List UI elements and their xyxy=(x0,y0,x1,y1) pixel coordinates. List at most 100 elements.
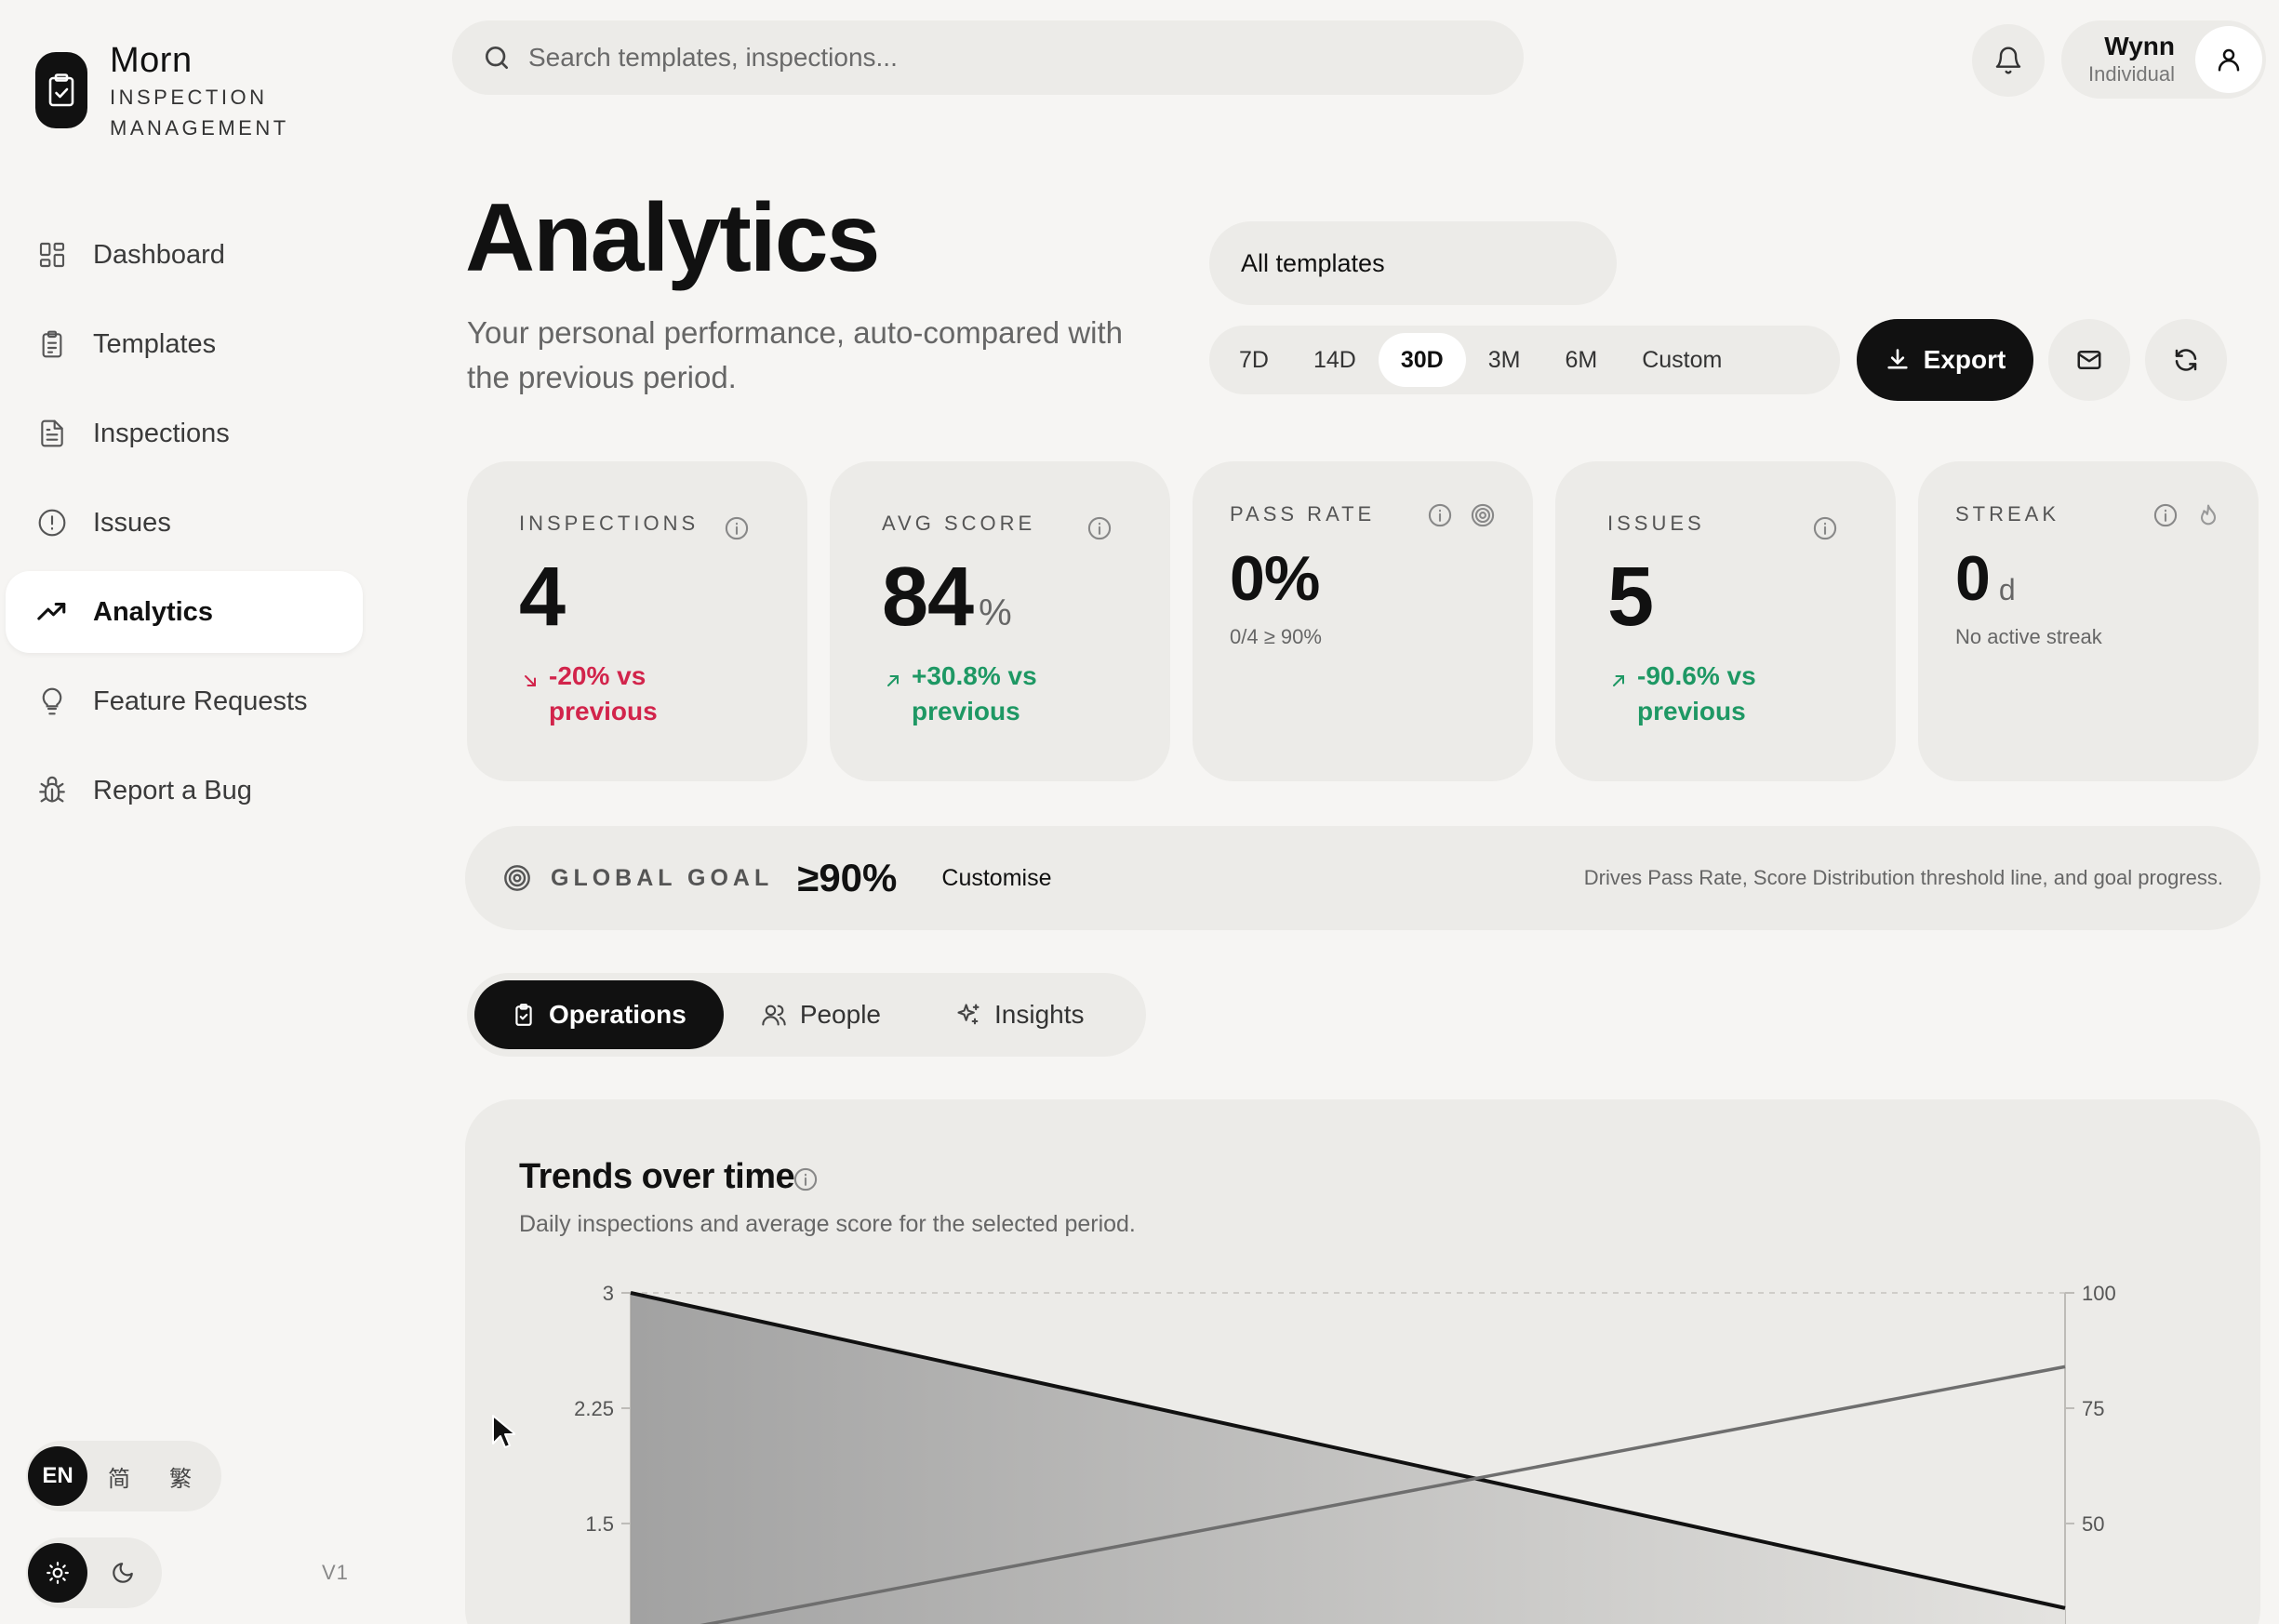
sidebar-nav: Dashboard Templates Inspections Issues A… xyxy=(6,214,363,839)
sidebar-item-label: Dashboard xyxy=(93,239,225,270)
inspections-area xyxy=(631,1293,2065,1624)
kpi-card-avg-score: AVG SCORE 84% +30.8% vs previous xyxy=(830,461,1170,781)
sidebar-item-label: Inspections xyxy=(93,418,230,448)
right-axis-tick-label: 75 xyxy=(2082,1397,2104,1420)
sidebar-item-analytics[interactable]: Analytics xyxy=(6,571,363,653)
kpi-value: 0d xyxy=(1955,543,2016,614)
left-axis-tick-label: 3 xyxy=(603,1282,614,1305)
refresh-icon xyxy=(2175,349,2197,371)
dark-theme-button[interactable] xyxy=(93,1543,153,1603)
refresh-button[interactable] xyxy=(2145,319,2227,401)
bell-icon xyxy=(1995,47,2021,74)
user-icon xyxy=(2218,48,2240,72)
kpi-card-inspections: INSPECTIONS 4 -20% vs previous xyxy=(467,461,807,781)
range-30d-button[interactable]: 30D xyxy=(1378,333,1466,387)
kpi-value: 5 xyxy=(1607,551,1654,644)
kpi-value: 4 xyxy=(519,551,566,644)
mouse-cursor xyxy=(492,1415,515,1448)
right-axis-tick-label: 50 xyxy=(2082,1512,2104,1536)
bug-icon xyxy=(35,774,69,807)
template-select[interactable]: All templates xyxy=(1209,221,1617,305)
sidebar-item-label: Analytics xyxy=(93,596,213,627)
sidebar-item-label: Feature Requests xyxy=(93,686,308,716)
tab-insights[interactable]: Insights xyxy=(918,980,1122,1049)
goal-value: ≥90% xyxy=(797,856,898,899)
language-simplified-button[interactable]: 简 xyxy=(89,1446,149,1506)
theme-switcher xyxy=(26,1537,162,1608)
global-goal-bar: GLOBAL GOAL ≥90% Customise Drives Pass R… xyxy=(465,826,2260,930)
sidebar-item-inspections[interactable]: Inspections xyxy=(6,393,363,474)
users-icon xyxy=(762,1005,786,1026)
search-input[interactable] xyxy=(528,43,1459,73)
user-menu[interactable]: Wynn Individual xyxy=(2061,20,2266,99)
avatar[interactable] xyxy=(2195,26,2262,93)
sidebar: Morn INSPECTION MANAGEMENT Dashboard Tem… xyxy=(0,0,372,1624)
tab-people[interactable]: People xyxy=(724,980,918,1049)
kpi-label: ISSUES xyxy=(1607,512,1705,535)
range-custom-button[interactable]: Custom xyxy=(1619,333,1744,387)
kpi-note: No active streak xyxy=(1955,625,2102,648)
sparkles-icon xyxy=(957,1004,980,1025)
range-14d-button[interactable]: 14D xyxy=(1291,333,1379,387)
goal-description: Drives Pass Rate, Score Distribution thr… xyxy=(1583,866,2223,889)
info-icon[interactable] xyxy=(1086,515,1113,541)
arrow-up-right-icon xyxy=(887,675,899,686)
range-6m-button[interactable]: 6M xyxy=(1542,333,1619,387)
tab-operations[interactable]: Operations xyxy=(474,980,724,1049)
info-icon[interactable] xyxy=(724,515,750,541)
info-icon[interactable] xyxy=(2152,502,2179,528)
kpi-card-streak: STREAK 0d No active streak xyxy=(1918,461,2259,781)
brand[interactable]: Morn INSPECTION MANAGEMENT xyxy=(35,39,314,143)
target-icon xyxy=(1471,503,1495,527)
kpi-label: AVG SCORE xyxy=(882,512,1036,535)
language-en-button[interactable]: EN xyxy=(28,1446,87,1506)
analytics-tabs: Operations People Insights xyxy=(467,973,1146,1057)
sidebar-item-label: Report a Bug xyxy=(93,775,252,805)
search-bar[interactable] xyxy=(452,20,1524,95)
light-theme-button[interactable] xyxy=(28,1543,87,1603)
export-label: Export xyxy=(1923,345,2006,374)
goal-label: GLOBAL GOAL xyxy=(551,864,774,891)
left-axis-tick-label: 2.25 xyxy=(574,1397,614,1420)
customise-goal-button[interactable]: Customise xyxy=(941,865,1051,892)
sidebar-item-templates[interactable]: Templates xyxy=(6,303,363,385)
target-icon xyxy=(504,865,530,891)
sun-icon xyxy=(47,1562,69,1584)
dashboard-icon xyxy=(35,238,69,272)
sidebar-item-dashboard[interactable]: Dashboard xyxy=(6,214,363,296)
kpi-value: 0% xyxy=(1230,543,1320,614)
notifications-button[interactable] xyxy=(1972,24,2045,97)
sidebar-item-feature-requests[interactable]: Feature Requests xyxy=(6,660,363,742)
info-icon[interactable] xyxy=(1427,502,1453,528)
info-icon[interactable] xyxy=(1812,515,1838,541)
language-traditional-button[interactable]: 繁 xyxy=(151,1446,210,1506)
range-7d-button[interactable]: 7D xyxy=(1217,333,1291,387)
page-title: Analytics xyxy=(465,184,880,292)
mail-icon xyxy=(2077,351,2101,369)
version-label: V1 xyxy=(322,1561,349,1584)
kpi-value: 84% xyxy=(882,551,1012,644)
trending-up-icon xyxy=(35,595,69,629)
arrow-up-right-icon xyxy=(1613,675,1624,686)
user-name: Wynn xyxy=(2104,32,2175,60)
brand-subtitle: INSPECTION MANAGEMENT xyxy=(110,86,289,140)
trends-card: Trends over time Daily inspections and a… xyxy=(465,1099,2260,1624)
left-axis-tick-label: 1.5 xyxy=(585,1512,614,1536)
email-report-button[interactable] xyxy=(2048,319,2130,401)
clipboard-icon xyxy=(35,327,69,361)
sidebar-item-issues[interactable]: Issues xyxy=(6,482,363,564)
user-role: Individual xyxy=(2088,62,2175,86)
document-icon xyxy=(35,417,69,450)
kpi-delta: -20% vs previous xyxy=(519,659,716,729)
moon-icon xyxy=(113,1563,133,1583)
lightbulb-icon xyxy=(35,685,69,718)
range-3m-button[interactable]: 3M xyxy=(1466,333,1543,387)
sidebar-item-report-bug[interactable]: Report a Bug xyxy=(6,750,363,832)
export-button[interactable]: Export xyxy=(1857,319,2033,401)
kpi-card-pass-rate: PASS RATE 0% 0/4 ≥ 90% xyxy=(1193,461,1533,781)
arrow-down-right-icon xyxy=(525,675,536,686)
kpi-card-issues: ISSUES 5 -90.6% vs previous xyxy=(1555,461,1896,781)
right-axis-tick-label: 100 xyxy=(2082,1282,2116,1305)
trends-chart: 3 2.25 1.5 100 75 50 xyxy=(574,1282,2116,1624)
date-range-selector: 7D 14D 30D 3M 6M Custom xyxy=(1209,326,1840,394)
